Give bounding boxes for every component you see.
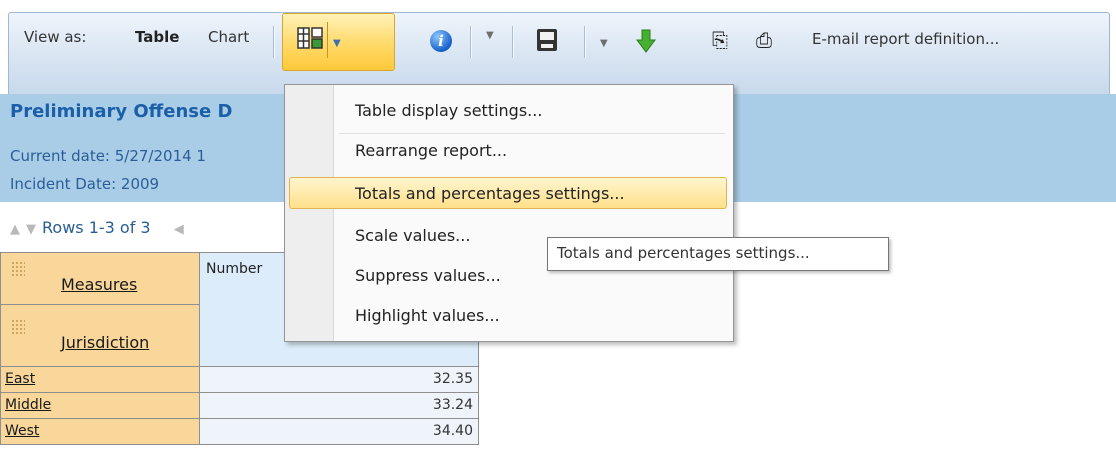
rows-count: Rows 1-3 of 3: [42, 218, 151, 237]
table-row[interactable]: East: [0, 366, 200, 393]
table-row[interactable]: Middle: [0, 392, 200, 419]
toolbar-separator: [512, 26, 514, 58]
toolbar-separator: [470, 26, 472, 58]
menu-item-table-display-settings[interactable]: Table display settings...: [355, 101, 542, 120]
menu-icon-gutter: [285, 85, 334, 341]
value-cell: 32.35: [199, 366, 479, 393]
page-left-icon[interactable]: ◀: [174, 222, 184, 237]
toolbar: View as: Table Chart ▼ i ▼ ▼ ⎘ ⎙ E-mail …: [0, 0, 1116, 96]
column-header-label: Number: [206, 261, 263, 277]
dimension-header-jurisdiction[interactable]: Jurisdiction: [0, 304, 200, 367]
chevron-down-icon[interactable]: ▼: [333, 38, 341, 49]
print-preview-icon[interactable]: ⎙: [756, 28, 772, 52]
view-as-label: View as:: [24, 28, 87, 46]
menu-item-rearrange-report[interactable]: Rearrange report...: [355, 141, 507, 160]
incident-date: Incident Date: 2009: [10, 175, 160, 193]
save-dropdown-chevron-icon[interactable]: ▼: [600, 38, 608, 49]
info-dropdown-chevron-icon[interactable]: ▼: [486, 30, 494, 41]
menu-item-totals-percentages-settings[interactable]: Totals and percentages settings...: [355, 184, 625, 203]
tooltip: Totals and percentages settings...: [547, 237, 889, 271]
download-arrow-icon[interactable]: [635, 29, 657, 53]
split-button-divider: [327, 22, 328, 58]
email-report-definition-button[interactable]: E-mail report definition...: [812, 30, 999, 48]
table-row[interactable]: West: [0, 418, 200, 445]
value-cell: 34.40: [199, 418, 479, 445]
value-cell: 33.24: [199, 392, 479, 419]
view-as-chart-button[interactable]: Chart: [208, 28, 249, 46]
dimension-header-measures[interactable]: Measures: [0, 252, 200, 305]
info-icon[interactable]: i: [430, 30, 452, 52]
save-icon[interactable]: [537, 29, 557, 51]
row-pager: ▲ ▼ Rows 1-3 of 3 ◀: [10, 218, 190, 237]
drag-handle-icon[interactable]: [11, 261, 25, 277]
page-up-icon[interactable]: ▲: [10, 222, 20, 237]
row-label-east[interactable]: East: [5, 371, 35, 387]
report-viewer: View as: Table Chart ▼ i ▼ ▼ ⎘ ⎙ E-mail …: [0, 0, 1116, 469]
menu-item-scale-values[interactable]: Scale values...: [355, 226, 470, 245]
drag-handle-icon[interactable]: [11, 319, 25, 335]
row-label-west[interactable]: West: [5, 423, 39, 439]
view-as-table-button[interactable]: Table: [135, 28, 179, 46]
export-icon[interactable]: ⎘: [712, 28, 728, 52]
report-title: Preliminary Offense D: [10, 101, 233, 122]
menu-item-highlight-values[interactable]: Highlight values...: [355, 306, 500, 325]
page-down-icon[interactable]: ▼: [26, 222, 36, 237]
current-date: Current date: 5/27/2014 1: [10, 147, 206, 165]
row-label-middle[interactable]: Middle: [5, 397, 51, 413]
table-settings-icon[interactable]: [297, 26, 323, 50]
toolbar-separator: [273, 26, 275, 58]
measures-link[interactable]: Measures: [61, 275, 137, 294]
menu-separator: [339, 133, 725, 134]
table-settings-menu: Table display settings... Rearrange repo…: [284, 84, 734, 342]
jurisdiction-link[interactable]: Jurisdiction: [61, 333, 149, 352]
menu-item-suppress-values[interactable]: Suppress values...: [355, 266, 501, 285]
toolbar-separator: [584, 26, 586, 58]
